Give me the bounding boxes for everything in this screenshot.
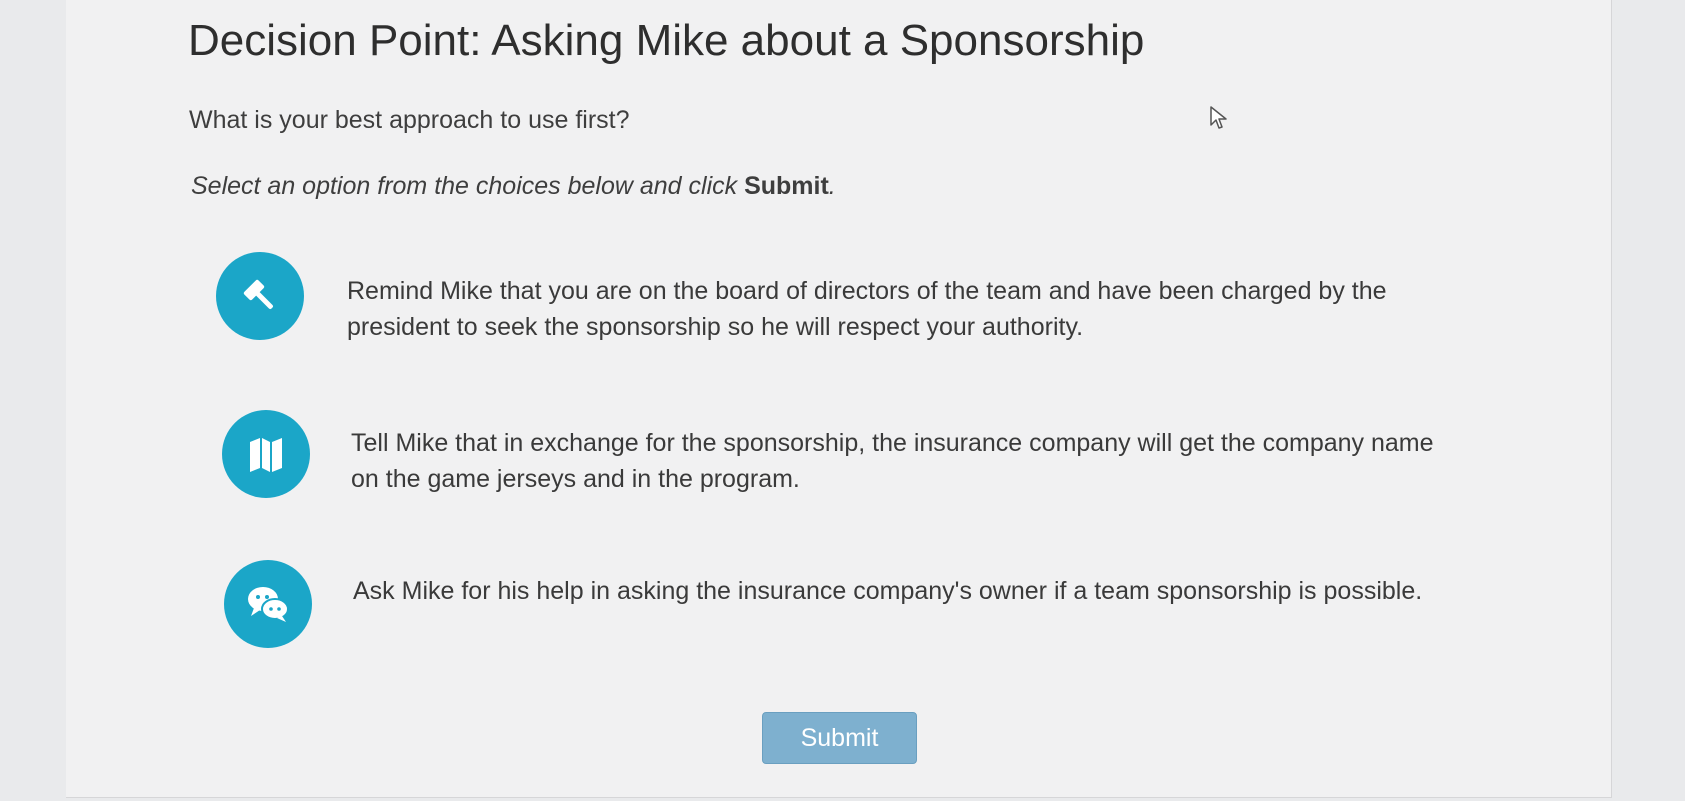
instruction-suffix: .: [828, 172, 836, 200]
option-3-text: Ask Mike for his help in asking the insu…: [353, 577, 1423, 605]
option-1-text: Remind Mike that you are on the board of…: [347, 277, 1387, 341]
instruction-action: Submit: [744, 172, 829, 200]
submit-button[interactable]: Submit: [762, 712, 917, 764]
mouse-pointer-icon: [1209, 105, 1229, 136]
question-text: What is your best approach to use first?: [189, 106, 630, 134]
gavel-icon[interactable]: [216, 252, 304, 340]
instruction-prefix: Select an option from the choices below …: [191, 172, 745, 200]
map-icon[interactable]: [222, 410, 310, 498]
chat-bubbles-icon[interactable]: [224, 560, 312, 648]
instruction-text: Select an option from the choices below …: [191, 172, 836, 201]
option-2-text: Tell Mike that in exchange for the spons…: [351, 429, 1434, 493]
page-title: Decision Point: Asking Mike about a Spon…: [188, 16, 1145, 65]
